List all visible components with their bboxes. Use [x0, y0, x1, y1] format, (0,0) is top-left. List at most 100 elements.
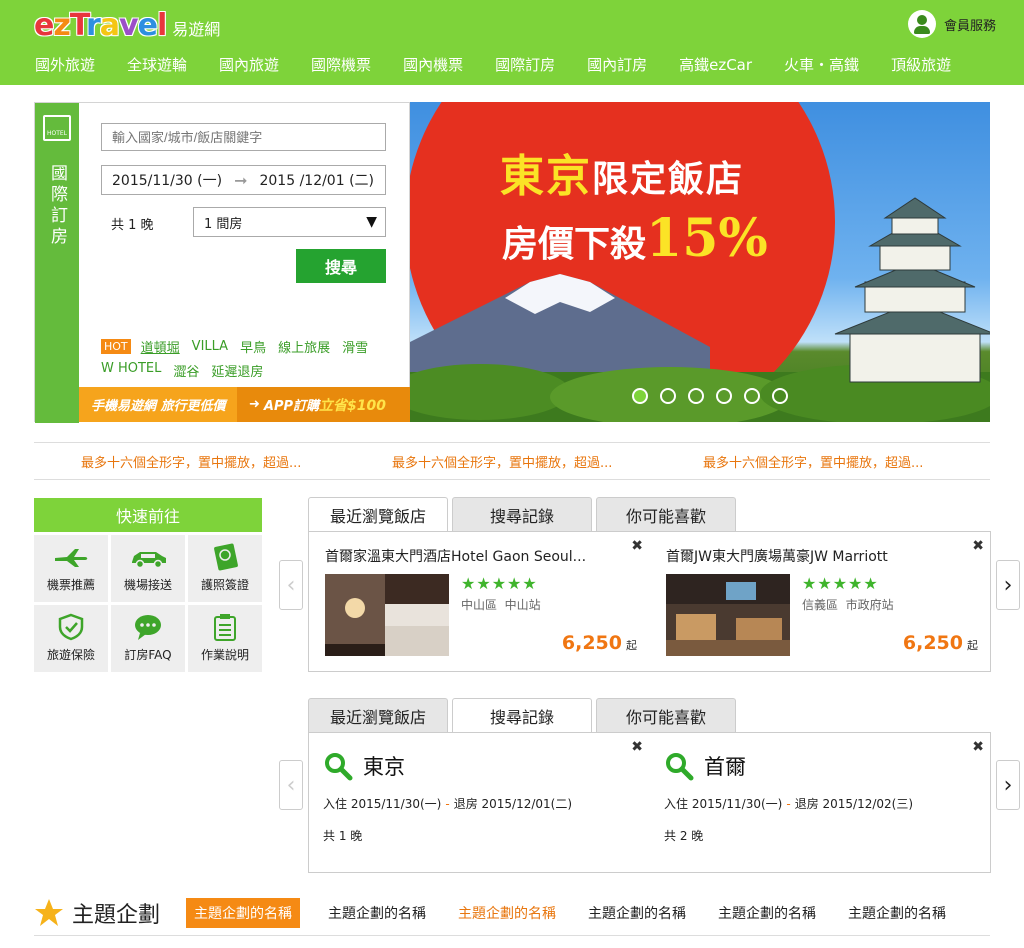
hotel-price-value: 6,250: [902, 632, 963, 654]
search-button[interactable]: 搜尋: [296, 249, 386, 283]
nav-item-intl-travel[interactable]: 國外旅遊: [26, 54, 104, 75]
keyword-link[interactable]: 澀谷: [173, 361, 199, 380]
carousel-dot[interactable]: [772, 388, 788, 404]
checkout-date[interactable]: 2015 /12/01 (二): [259, 170, 374, 190]
keyword-link[interactable]: 延遲退房: [211, 361, 263, 380]
tab-recent-hotels[interactable]: 最近瀏覽飯店: [308, 698, 448, 732]
carousel-dot[interactable]: [716, 388, 732, 404]
tab-recommended[interactable]: 你可能喜歡: [596, 497, 736, 531]
theme-item[interactable]: 主題企劃的名稱: [848, 903, 946, 923]
quick-links-title: 快速前往: [34, 498, 262, 532]
quick-link-insurance[interactable]: 旅遊保險: [34, 605, 108, 672]
history-dates: 入住 2015/11/30(一) - 退房 2015/12/01(二): [323, 795, 572, 812]
tab-recent-hotels[interactable]: 最近瀏覽飯店: [308, 497, 448, 532]
history-city[interactable]: 首爾: [704, 751, 746, 781]
tab-search-history[interactable]: 搜尋記錄: [452, 698, 592, 733]
keyword-link[interactable]: 道頓堀: [141, 337, 180, 356]
close-icon[interactable]: ✖: [631, 538, 643, 554]
tab-recommended[interactable]: 你可能喜歡: [596, 698, 736, 732]
hotel-stars: ★★★★★: [461, 574, 538, 593]
nights-label: 共 1 晚: [111, 218, 154, 233]
announcement-link[interactable]: 最多十六個全形字，置中擺放，超過...: [81, 452, 333, 471]
nav-item-train[interactable]: 火車・高鐵: [775, 54, 868, 75]
theme-item[interactable]: 主題企劃的名稱: [718, 903, 816, 923]
hotel-card[interactable]: ✖ 首爾家溫東大門酒店Hotel Gaon Seoul... ★★★★★ 中山區…: [309, 532, 649, 672]
close-icon[interactable]: ✖: [972, 538, 984, 554]
carousel-dot[interactable]: [744, 388, 760, 404]
theme-item[interactable]: 主題企劃的名稱: [186, 897, 301, 928]
nav-item-intl-hotels[interactable]: 國際訂房: [486, 54, 564, 75]
theme-item[interactable]: 主題企劃的名稱: [458, 903, 556, 923]
search-history-panel: ✖ 東京 入住 2015/11/30(一) - 退房 2015/12/01(二) 共…: [308, 732, 991, 873]
hotel-price-unit: 起: [626, 639, 637, 652]
history-city[interactable]: 東京: [363, 751, 405, 781]
carousel-next-button[interactable]: ›: [996, 760, 1020, 810]
search-history-card[interactable]: ✖ 首爾 入住 2015/11/30(一) - 退房 2015/12/02(三) 共…: [650, 733, 990, 873]
keyword-link[interactable]: 線上旅展: [278, 337, 330, 356]
hotel-photo[interactable]: [666, 574, 790, 656]
recent-tabs: 最近瀏覽飯店 搜尋記錄 你可能喜歡: [308, 497, 740, 532]
nav-item-hsr-ezcar[interactable]: 高鐵ezCar: [670, 54, 761, 75]
carousel-dots: [632, 388, 800, 404]
close-icon[interactable]: ✖: [631, 739, 643, 755]
member-service-label: 會員服務: [943, 18, 996, 34]
hotel-station: 中山站: [504, 598, 541, 612]
hotel-area: 信義區: [802, 598, 839, 612]
app-promo-left: 手機易遊網 旅行更低價: [91, 399, 226, 414]
checkin-date[interactable]: 2015/11/30 (一): [112, 170, 222, 190]
close-icon[interactable]: ✖: [972, 739, 984, 755]
keyword-link[interactable]: 早鳥: [240, 337, 266, 356]
carousel-dot[interactable]: [632, 388, 648, 404]
carousel-prev-button[interactable]: ‹: [279, 760, 303, 810]
app-promo-bar[interactable]: 手機易遊網 旅行更低價 ➜ APP訂購 立省$100: [79, 387, 410, 422]
theme-item[interactable]: 主題企劃的名稱: [328, 903, 426, 923]
search-history-card[interactable]: ✖ 東京 入住 2015/11/30(一) - 退房 2015/12/01(二) 共…: [309, 733, 649, 873]
quick-link-faq[interactable]: 訂房FAQ: [111, 605, 185, 672]
theme-item[interactable]: 主題企劃的名稱: [588, 903, 686, 923]
keyword-link[interactable]: 滑雪: [342, 337, 368, 356]
destination-input[interactable]: [101, 123, 386, 151]
banner-subline-text: 房價下殺: [502, 223, 647, 265]
announcement-link[interactable]: 最多十六個全形字，置中擺放，超過...: [392, 452, 644, 471]
date-range-field[interactable]: 2015/11/30 (一) ➞ 2015 /12/01 (二): [101, 165, 386, 195]
announcement-bar: 最多十六個全形字，置中擺放，超過... 最多十六個全形字，置中擺放，超過... …: [34, 442, 990, 480]
quick-link-flights[interactable]: 機票推薦: [34, 535, 108, 602]
member-service-link[interactable]: 會員服務: [907, 10, 996, 38]
banner-discount: 15%: [646, 208, 768, 269]
carousel-next-button[interactable]: ›: [996, 560, 1020, 610]
keyword-link[interactable]: VILLA: [192, 339, 228, 354]
nav-item-luxury[interactable]: 頂級旅遊: [882, 54, 960, 75]
airplane-icon: [53, 544, 89, 570]
nav-item-domestic-hotels[interactable]: 國內訂房: [578, 54, 656, 75]
hotel-card[interactable]: ✖ 首爾JW東大門廣場萬豪JW Marriott ★★★★★ 信義區 市政府站 …: [650, 532, 990, 672]
carousel-dot[interactable]: [660, 388, 676, 404]
shield-icon: [58, 613, 84, 641]
hotel-name[interactable]: 首爾家溫東大門酒店Hotel Gaon Seoul...: [325, 546, 586, 566]
keyword-link[interactable]: W HOTEL: [101, 361, 161, 380]
site-logo[interactable]: ezTravel 易遊網: [34, 8, 220, 43]
nav-item-intl-flights[interactable]: 國際機票: [302, 54, 380, 75]
announcement-link[interactable]: 最多十六個全形字，置中擺放，超過...: [703, 452, 955, 471]
quick-link-label: 旅遊保險: [46, 648, 95, 662]
arrow-right-icon: ➞: [234, 170, 248, 190]
hotel-photo[interactable]: [325, 574, 449, 656]
history-nights: 共 2 晚: [664, 829, 704, 843]
tab-search-history[interactable]: 搜尋記錄: [452, 497, 592, 531]
quick-link-label: 護照簽證: [200, 578, 249, 592]
quick-link-airport-transfer[interactable]: 機場接送: [111, 535, 185, 602]
user-avatar-icon: [907, 10, 936, 38]
carousel-dot[interactable]: [688, 388, 704, 404]
rooms-select[interactable]: 1 間房 ▼: [193, 207, 386, 237]
carousel-prev-button[interactable]: ‹: [279, 560, 303, 610]
arrow-right-icon: ➜: [249, 397, 260, 412]
nav-item-domestic-flights[interactable]: 國內機票: [394, 54, 472, 75]
hotel-name[interactable]: 首爾JW東大門廣場萬豪JW Marriott: [666, 546, 888, 566]
app-promo-right[interactable]: ➜ APP訂購 立省$100: [237, 387, 410, 422]
history-checkout: 退房 2015/12/01(二): [453, 797, 573, 811]
nav-item-domestic-travel[interactable]: 國內旅遊: [210, 54, 288, 75]
hotel-price: 6,250 起: [562, 632, 637, 654]
promo-banner[interactable]: 東京限定飯店 房價下殺15%: [410, 102, 990, 422]
quick-link-passport[interactable]: 護照簽證: [188, 535, 262, 602]
nav-item-cruise[interactable]: 全球遊輪: [118, 54, 196, 75]
quick-link-guide[interactable]: 作業說明: [188, 605, 262, 672]
